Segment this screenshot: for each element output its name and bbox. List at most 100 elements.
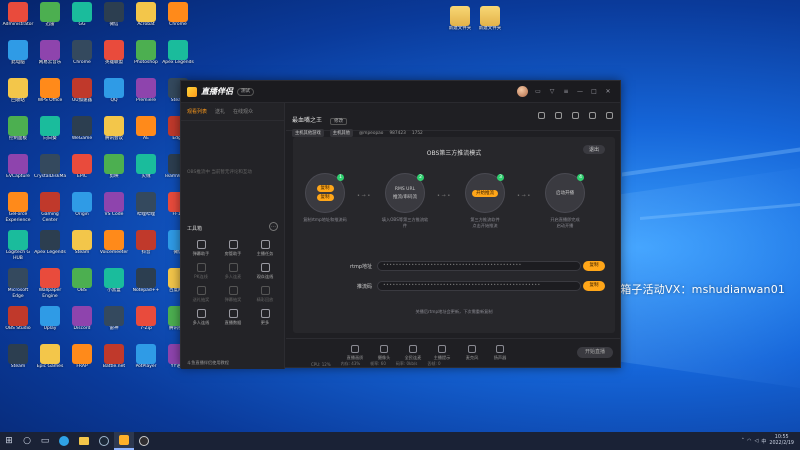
desktop-shortcut[interactable]: Apex Legends xyxy=(34,230,66,262)
minimize-icon[interactable]: — xyxy=(576,88,584,95)
notification-icon[interactable] xyxy=(589,112,596,119)
desktop-shortcut[interactable]: 此电脑 xyxy=(2,40,34,72)
category-chip[interactable]: 主机其他游戏 xyxy=(292,129,324,137)
tab-watch-list[interactable]: 观看列表 xyxy=(187,108,207,115)
desktop-shortcut[interactable]: Battle.net xyxy=(98,344,130,376)
toolbox-item[interactable]: 弹幕抽奖 xyxy=(217,286,249,303)
desktop-shortcut[interactable]: 英雄联盟 xyxy=(98,40,130,72)
desktop-shortcut[interactable]: Premiere xyxy=(130,78,162,110)
network-icon[interactable]: ◠ xyxy=(747,438,751,444)
desktop-shortcut[interactable]: EVCapture xyxy=(2,154,34,186)
skin-icon[interactable]: ▽ xyxy=(548,88,556,95)
desktop-shortcut[interactable]: VS Code xyxy=(98,192,130,224)
menu-icon[interactable]: ≡ xyxy=(562,88,570,95)
desktop-shortcut[interactable]: Discord xyxy=(66,306,98,338)
toolbox-item[interactable]: 主播任务 xyxy=(249,240,281,257)
close-icon[interactable]: ✕ xyxy=(604,88,612,95)
desktop-shortcut[interactable]: Photoshop xyxy=(130,40,162,72)
desktop-folder[interactable]: 新建文件夹 xyxy=(474,6,506,38)
desktop-shortcut[interactable]: 回收站 xyxy=(2,78,34,110)
layout-icon[interactable] xyxy=(572,112,579,119)
desktop-shortcut[interactable]: 剪映 xyxy=(98,154,130,186)
toolbox-item[interactable]: 弹幕助手 xyxy=(185,240,217,257)
desktop-shortcut[interactable]: 火绒 xyxy=(130,154,162,186)
desktop-shortcut[interactable]: Chrome xyxy=(162,2,194,34)
taskbar-live-companion-icon[interactable] xyxy=(114,432,134,450)
toolbox-item[interactable]: 房管助手 xyxy=(217,240,249,257)
desktop-shortcut[interactable]: GG xyxy=(66,2,98,34)
desktop-shortcut[interactable]: WPS Office xyxy=(34,78,66,110)
copy-key-button[interactable]: 复制 xyxy=(583,281,605,291)
desktop-shortcut[interactable]: Apex Legends xyxy=(162,40,194,72)
desktop-shortcut[interactable]: QQ xyxy=(98,78,130,110)
toolbox-item[interactable]: 观众连线 xyxy=(249,263,281,280)
desktop-shortcut[interactable]: Voicemeeter xyxy=(98,230,130,262)
taskbar-steam-icon[interactable] xyxy=(94,432,114,450)
desktop-shortcut[interactable]: 雷神 xyxy=(98,306,130,338)
desktop-shortcut[interactable]: OBS xyxy=(66,268,98,300)
desktop-shortcut[interactable]: UU加速器 xyxy=(66,78,98,110)
desktop-shortcut[interactable]: Gaming Center xyxy=(34,192,66,224)
toolbox-item[interactable]: 精彩回放 xyxy=(249,286,281,303)
copy-rtmp-button[interactable]: 复制 xyxy=(583,261,605,271)
input-method-icon[interactable]: 中 xyxy=(761,438,766,445)
settings-icon[interactable] xyxy=(555,112,562,119)
desktop-shortcut[interactable]: Wallpaper Engine xyxy=(34,268,66,300)
desktop-shortcut[interactable]: EPIC xyxy=(66,154,98,186)
toolbox-more-icon[interactable]: … xyxy=(269,222,278,231)
edit-title-button[interactable]: 修改 xyxy=(330,118,348,125)
desktop-shortcut[interactable]: Chrome xyxy=(66,40,98,72)
desktop-shortcut[interactable]: Logitech G HUB xyxy=(2,230,34,262)
desktop-shortcut[interactable]: 网易云音乐 xyxy=(34,40,66,72)
rtmp-input[interactable]: ••••••••••••••••••••••••••••••••••••••••… xyxy=(377,261,581,271)
toolbox-item[interactable]: 更多 xyxy=(249,309,281,326)
tab-online-viewers[interactable]: 在线观众 xyxy=(233,108,253,115)
search-icon[interactable]: ○ xyxy=(18,432,36,450)
desktop-shortcut[interactable]: OBS Studio xyxy=(2,306,34,338)
start-icon[interactable]: ⊞ xyxy=(0,432,18,450)
desktop-folder[interactable]: 新建文件夹 xyxy=(444,6,476,38)
share-icon[interactable] xyxy=(606,112,613,119)
desktop-shortcut[interactable]: GeForce Experience xyxy=(2,192,34,224)
task-view-icon[interactable]: ▭ xyxy=(36,432,54,450)
desktop-shortcut[interactable]: 小黑盒 xyxy=(98,268,130,300)
clock[interactable]: 10:55 2022/2/19 xyxy=(769,435,794,447)
desktop-shortcut[interactable]: AE xyxy=(130,116,162,148)
desktop-shortcut[interactable]: 控制面板 xyxy=(2,116,34,148)
desktop-shortcut[interactable]: FRAP xyxy=(66,344,98,376)
taskbar-explorer-icon[interactable] xyxy=(74,432,94,450)
desktop-shortcut[interactable]: Steam xyxy=(66,230,98,262)
taskbar-obs-icon[interactable] xyxy=(134,432,154,450)
tab-gifts[interactable]: 送礼 xyxy=(215,108,225,115)
subcategory-chip[interactable]: 主机其他 xyxy=(329,129,353,137)
desktop-shortcut[interactable]: PotPlayer xyxy=(130,344,162,376)
desktop-shortcut[interactable]: Uplay xyxy=(34,306,66,338)
share-room-icon[interactable] xyxy=(538,112,545,119)
volume-icon[interactable]: ◁ xyxy=(755,438,759,444)
desktop-shortcut[interactable]: Steam xyxy=(2,344,34,376)
desktop-shortcut[interactable]: 腾讯会议 xyxy=(98,116,130,148)
start-live-button[interactable]: 开始直播 xyxy=(576,347,613,358)
desktop-shortcut[interactable]: 哔哩哔哩 xyxy=(130,192,162,224)
toolbox-item[interactable]: PK连线 xyxy=(185,263,217,280)
toolbox-item[interactable]: 送礼抽奖 xyxy=(185,286,217,303)
toolbox-item[interactable]: 多人连麦 xyxy=(217,263,249,280)
user-avatar[interactable] xyxy=(517,86,528,97)
taskbar-edge-icon[interactable] xyxy=(54,432,74,450)
desktop-shortcut[interactable]: Acrobat xyxy=(130,2,162,34)
toolbox-item[interactable]: 直播数据 xyxy=(217,309,249,326)
tray-up-icon[interactable]: ˄ xyxy=(742,438,745,444)
desktop-shortcut[interactable]: WeGame xyxy=(66,116,98,148)
desktop-shortcut[interactable]: Notepad++ xyxy=(130,268,162,300)
stream-key-input[interactable]: ••••••••••••••••••••••••••••••••••••••••… xyxy=(377,281,581,291)
desktop-shortcut[interactable]: CrystalDiskMark xyxy=(34,154,66,186)
desktop-shortcut[interactable]: 7-Zip xyxy=(130,306,162,338)
toolbox-item[interactable]: 多人连线 xyxy=(185,309,217,326)
desktop-shortcut[interactable]: Microsoft Edge xyxy=(2,268,34,300)
exit-obs-button[interactable]: 退出 xyxy=(582,145,605,154)
desktop-shortcut[interactable]: Origin xyxy=(66,192,98,224)
desktop-shortcut[interactable]: 向日葵 xyxy=(34,116,66,148)
desktop-shortcut[interactable]: Epic Games xyxy=(34,344,66,376)
message-icon[interactable]: ▭ xyxy=(534,88,542,95)
maximize-icon[interactable]: □ xyxy=(590,88,598,95)
